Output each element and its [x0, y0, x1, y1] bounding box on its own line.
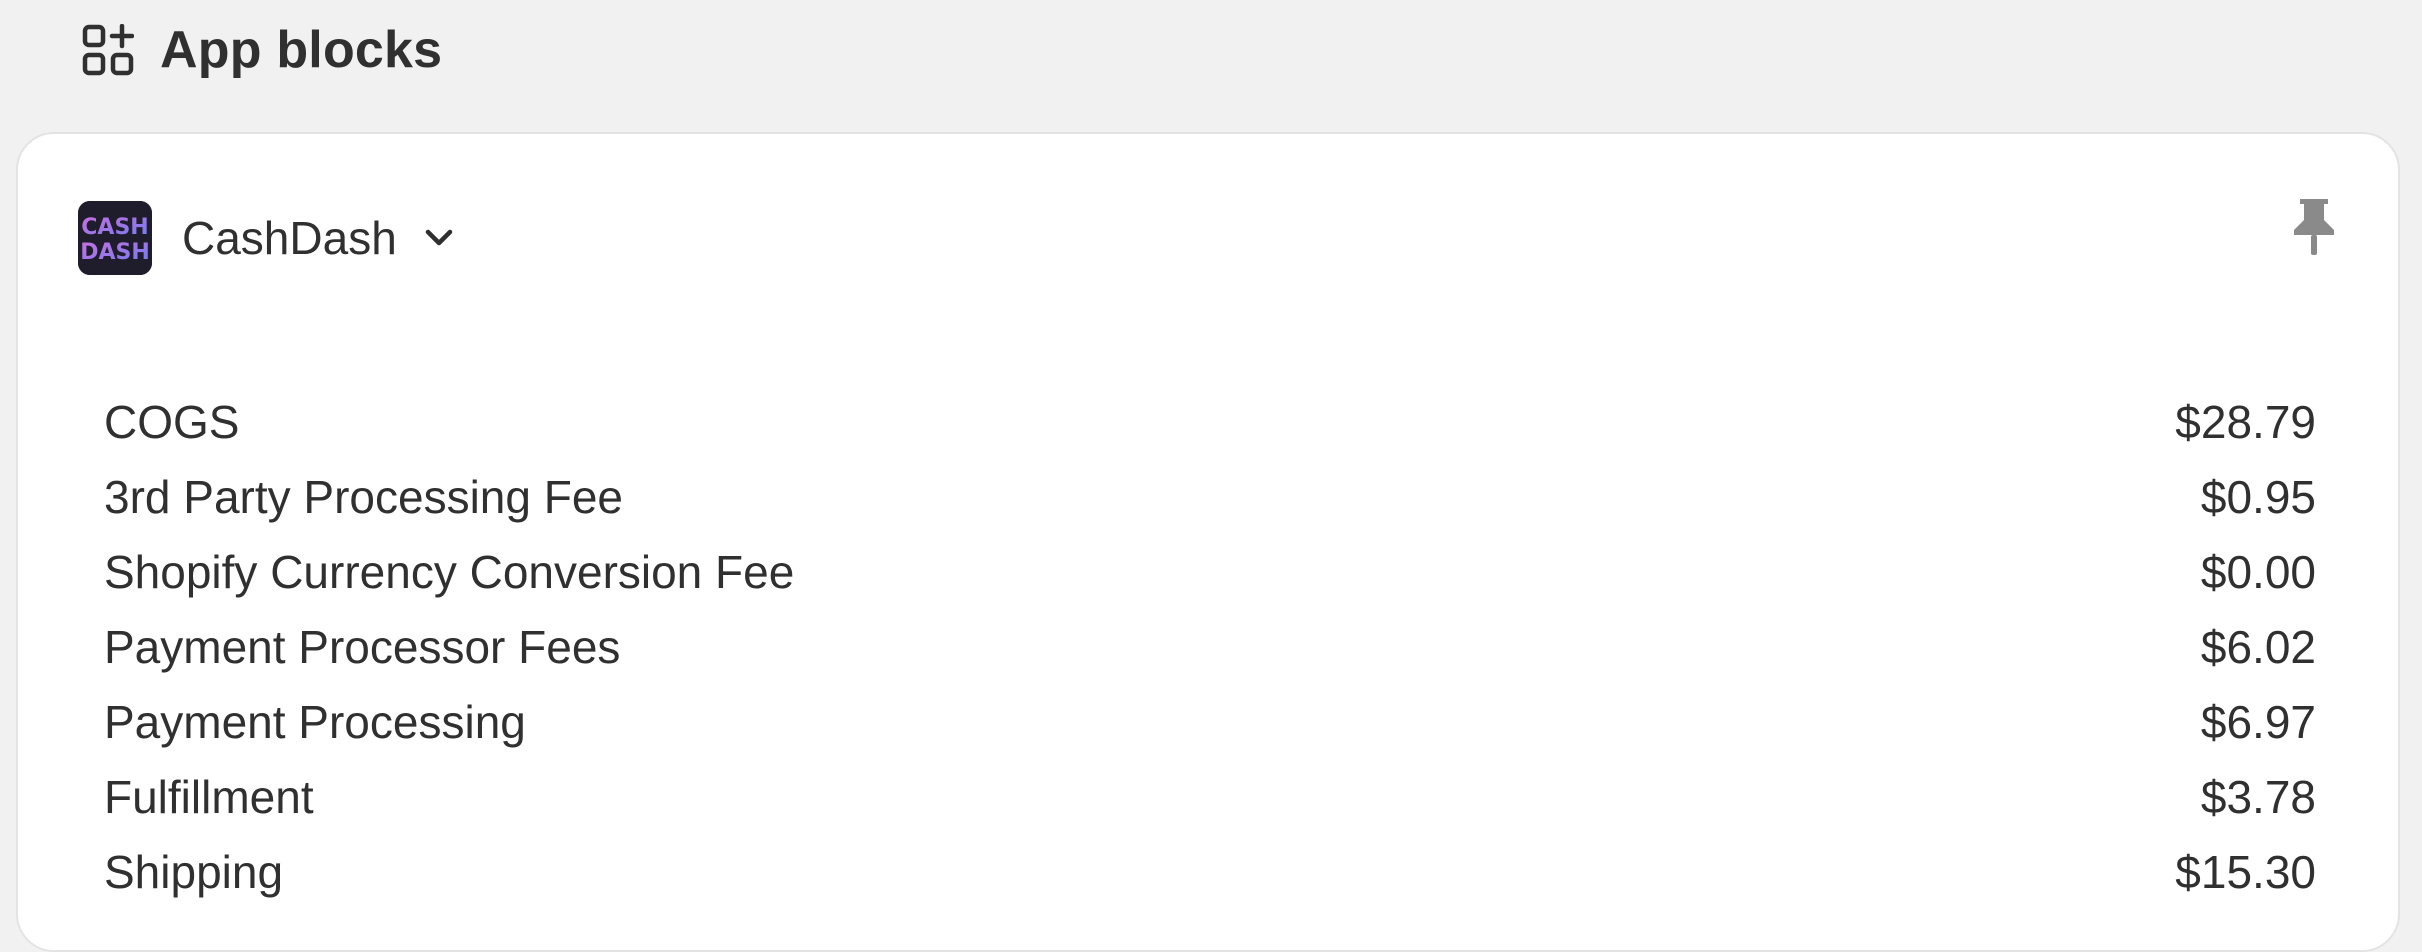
app-blocks-icon [82, 24, 134, 76]
svg-text:DASH: DASH [80, 240, 150, 265]
fee-label-payment-processor-fees: Payment Processor Fees [104, 620, 621, 673]
fee-label-shipping: Shipping [104, 845, 284, 898]
page-title: App blocks [160, 21, 443, 79]
fee-value-currency-conversion: $0.00 [2200, 545, 2316, 598]
fee-label-payment-processing: Payment Processing [104, 695, 526, 748]
fee-row: COGS $28.79 [104, 384, 2316, 459]
fee-label-currency-conversion: Shopify Currency Conversion Fee [104, 545, 795, 598]
fee-value-3rd-party-processing: $0.95 [2200, 470, 2316, 523]
fee-label-fulfillment: Fulfillment [104, 770, 314, 823]
pin-icon[interactable] [2290, 196, 2338, 258]
fee-row: Shopify Currency Conversion Fee $0.00 [104, 534, 2316, 609]
fee-row: Fulfillment $3.78 [104, 759, 2316, 834]
fee-value-fulfillment: $3.78 [2200, 770, 2316, 823]
app-blocks-header: App blocks [82, 18, 442, 82]
fee-row: Payment Processing $6.97 [104, 684, 2316, 759]
fee-value-payment-processor-fees: $6.02 [2200, 620, 2316, 673]
fee-row: 3rd Party Processing Fee $0.95 [104, 459, 2316, 534]
app-block-card: CASH DASH CashDash COGS $28.79 3rd Party… [16, 132, 2400, 952]
svg-text:CASH: CASH [81, 215, 148, 240]
app-name: CashDash [182, 212, 397, 264]
fee-list: COGS $28.79 3rd Party Processing Fee $0.… [104, 384, 2316, 909]
fee-row: Payment Processor Fees $6.02 [104, 609, 2316, 684]
app-selector[interactable]: CASH DASH CashDash [78, 200, 455, 276]
cashdash-logo: CASH DASH [78, 201, 152, 275]
fee-value-cogs: $28.79 [2175, 395, 2316, 448]
fee-label-3rd-party-processing: 3rd Party Processing Fee [104, 470, 624, 523]
fee-value-payment-processing: $6.97 [2200, 695, 2316, 748]
fee-value-shipping: $15.30 [2175, 845, 2316, 898]
fee-label-cogs: COGS [104, 395, 240, 448]
fee-row: Shipping $15.30 [104, 834, 2316, 909]
chevron-down-icon[interactable] [423, 222, 455, 254]
